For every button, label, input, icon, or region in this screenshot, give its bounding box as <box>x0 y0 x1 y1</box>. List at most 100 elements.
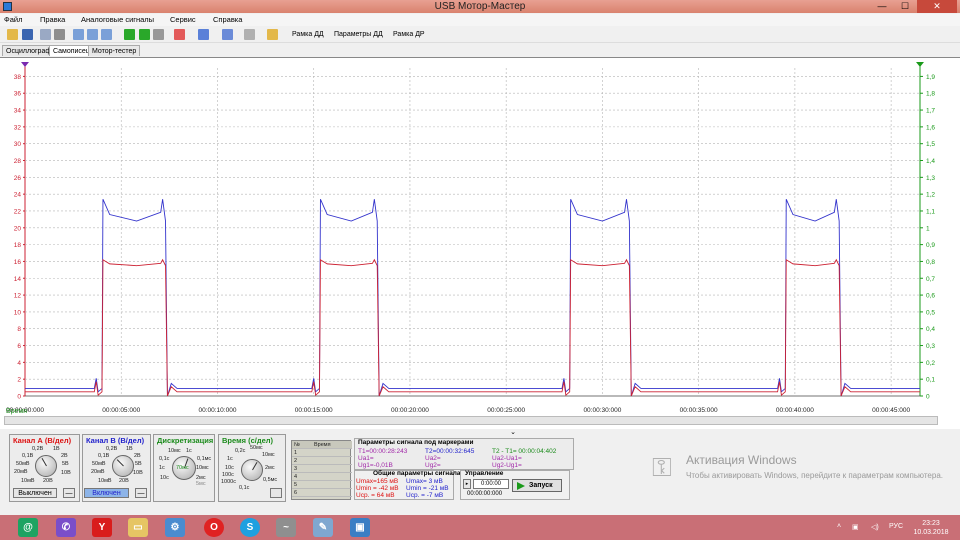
play-icon[interactable] <box>124 29 135 40</box>
frame-dd-button[interactable]: Рамка ДД <box>292 31 324 38</box>
y-left-tick-label: 32 <box>14 124 22 131</box>
viber-icon[interactable]: ✆ <box>56 518 76 537</box>
knob-label: 2мс <box>265 465 275 471</box>
time-knob[interactable] <box>241 459 263 481</box>
row-number: 3 <box>294 466 298 472</box>
speaker-icon[interactable] <box>267 29 278 40</box>
calculator-icon[interactable] <box>222 29 233 40</box>
knob-label: 10мВ <box>98 478 112 484</box>
paint-icon[interactable]: ✎ <box>313 518 333 537</box>
x-tick-label: 00:00:15:000 <box>295 407 333 414</box>
time-input[interactable]: 0:00:00 <box>473 479 509 489</box>
open-folder-icon[interactable] <box>7 29 18 40</box>
channel-a-knob[interactable] <box>35 455 57 477</box>
y-right-tick-label: 0,2 <box>926 360 935 367</box>
y-left-tick-label: 18 <box>14 242 22 249</box>
horizontal-scrollbar[interactable] <box>4 416 938 425</box>
y-right-tick-label: 0,3 <box>926 343 935 350</box>
channel-b-minus-button[interactable]: — <box>135 488 147 498</box>
general-params-panel: Общие параметры сигнала Umax=165 мВ Umin… <box>354 470 461 500</box>
knob-label: 1В <box>53 446 60 452</box>
clock[interactable]: 23:23 10.03.2018 <box>911 519 951 537</box>
knob-label: 10В <box>133 470 143 476</box>
menu-file[interactable]: Файл <box>4 15 22 24</box>
run-label: Запуск <box>529 482 553 489</box>
recorder-chart[interactable]: 0 2 4 6 8 10 12 14 16 18 20 22 24 26 28 30 32 34 36 38 0 0,1 0… <box>0 57 960 429</box>
knob-label: 1с <box>227 456 233 462</box>
channel-b-toggle[interactable]: Включен <box>84 488 129 498</box>
window-title: USB Мотор-Мастер <box>434 1 526 12</box>
b-max: Umax= 3 мВ <box>406 478 443 485</box>
y-left-tick-label: 34 <box>14 108 22 115</box>
print-preview-icon[interactable] <box>40 29 51 40</box>
title-bar: USB Мотор-Мастер — ☐ ✕ <box>0 0 960 13</box>
menu-edit[interactable]: Правка <box>40 15 65 24</box>
close-button[interactable]: ✕ <box>917 0 957 13</box>
dua-value: Ua2-Ua1= <box>492 455 522 462</box>
menu-help[interactable]: Справка <box>213 15 242 24</box>
opera-icon[interactable]: O <box>204 518 224 537</box>
chevron-down-icon[interactable]: ⌄ <box>508 428 518 436</box>
zoom-out-icon[interactable] <box>87 29 98 40</box>
skype-icon[interactable]: S <box>240 518 260 537</box>
signal-red-icon[interactable] <box>174 29 185 40</box>
minimize-button[interactable]: — <box>871 0 893 13</box>
menu-service[interactable]: Сервис <box>170 15 196 24</box>
stop-icon[interactable] <box>153 29 164 40</box>
zoom-fit-icon[interactable] <box>101 29 112 40</box>
language-indicator[interactable]: РУС <box>889 523 903 530</box>
play-small-icon[interactable]: ▸ <box>463 479 471 489</box>
channel-a-title: Канал А (В/дел) <box>13 436 72 445</box>
row-number: 4 <box>294 474 298 480</box>
oscilloscope-app-icon[interactable]: ~ <box>276 518 296 537</box>
channel-b-knob[interactable] <box>112 455 134 477</box>
frame-dr-button[interactable]: Рамка ДР <box>393 31 425 38</box>
file-explorer-icon[interactable]: ▭ <box>128 518 148 537</box>
table-row[interactable]: 2 <box>292 457 352 465</box>
print-icon[interactable] <box>54 29 65 40</box>
clock-time: 23:23 <box>922 520 940 527</box>
x-tick-label: 00:00:05:000 <box>102 407 140 414</box>
marker-params-title: Параметры сигнала под маркерами <box>358 439 474 446</box>
zoom-in-icon[interactable] <box>73 29 84 40</box>
tray-arrow-icon[interactable]: ˄ <box>837 523 841 530</box>
a-avg: Uср. = 64 мВ <box>356 492 395 499</box>
y-right-tick-label: 1,8 <box>926 91 935 98</box>
table-row[interactable]: 3 <box>292 465 352 473</box>
channel-a-toggle[interactable]: Выключен <box>13 488 57 498</box>
table-row[interactable]: 1 <box>292 449 352 457</box>
x-tick-label: 00:00:35:000 <box>680 407 718 414</box>
y-right-tick-label: 1,1 <box>926 208 935 215</box>
t1-value: T1=00:00:28:243 <box>358 448 408 455</box>
volume-icon[interactable]: ◁) <box>871 523 879 531</box>
signal-blue-icon[interactable] <box>198 29 209 40</box>
knob-label: 20В <box>43 478 53 484</box>
toolbar: Рамка ДД Параметры ДД Рамка ДР <box>0 27 960 43</box>
settings-icon[interactable]: ⚙ <box>165 518 185 537</box>
maximize-button[interactable]: ☐ <box>894 0 916 13</box>
hangouts-icon[interactable]: @ <box>18 518 38 537</box>
knob-label: 10с <box>160 475 169 481</box>
fast-forward-icon[interactable] <box>139 29 150 40</box>
photos-icon[interactable]: ▣ <box>350 518 370 537</box>
chart-svg[interactable]: 0246810121416182022242628303234363800,10… <box>0 58 960 430</box>
save-icon[interactable] <box>22 29 33 40</box>
marker-table[interactable]: № Время 1 2 3 4 5 6 <box>291 440 352 500</box>
table-row[interactable]: 5 <box>292 481 352 489</box>
table-row[interactable]: 4 <box>292 473 352 481</box>
params-dd-button[interactable]: Параметры ДД <box>334 31 383 38</box>
network-icon[interactable]: ▣ <box>852 523 859 531</box>
clock-date: 10.03.2018 <box>913 529 949 536</box>
sampling-title: Дискретизация <box>157 436 214 445</box>
tab-motor-tester[interactable]: Мотор-тестер <box>88 45 141 56</box>
run-button[interactable]: Запуск <box>512 479 562 492</box>
knob-label: 0,2В <box>106 446 118 452</box>
menu-analog-signals[interactable]: Аналоговые сигналы <box>81 15 154 24</box>
time-print-icon[interactable] <box>270 488 282 498</box>
row-number: 6 <box>294 490 298 496</box>
channel-a-minus-button[interactable]: — <box>63 488 75 498</box>
tab-oscilloscope[interactable]: Осциллограф <box>2 45 56 56</box>
table-row[interactable]: 6 <box>292 489 352 497</box>
sqrt-icon[interactable] <box>244 29 255 40</box>
yandex-browser-icon[interactable]: Y <box>92 518 112 537</box>
